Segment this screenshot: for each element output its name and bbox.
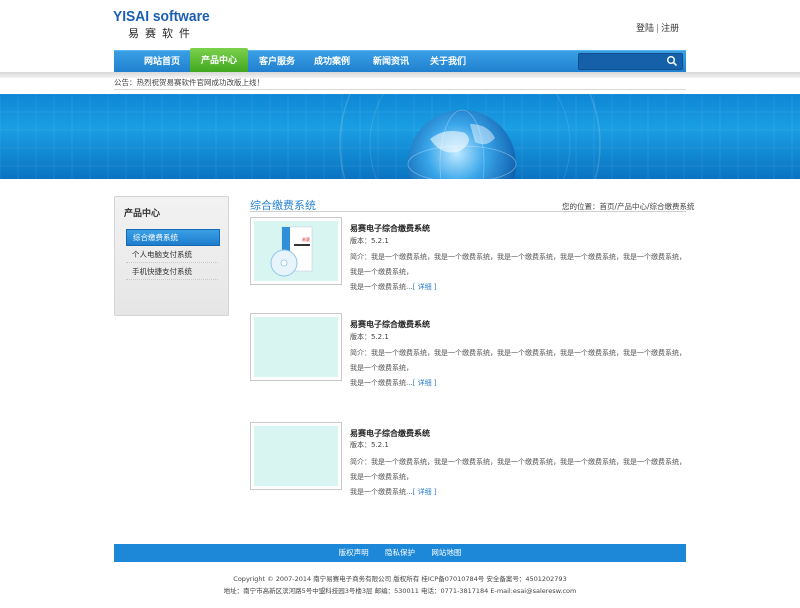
product-image-placeholder [254, 426, 338, 486]
product-desc-text: 我是一个缴费系统... [350, 488, 413, 496]
product-title[interactable]: 易赛电子综合缴费系统 [350, 223, 430, 234]
product-detail-link[interactable]: [ 详细 ] [413, 283, 437, 291]
logo-subtitle: 易赛软件 [128, 27, 196, 40]
copyright-text: Copyright © 2007-2014 南宁易赛电子商务有限公司 版权所有 … [233, 575, 567, 583]
footer-nav: 版权声明 隐私保护 网站地图 [114, 544, 686, 562]
address-text: 地址：南宁市高新区滨河路5号中盟科技园3号楼3层 邮编：530011 电话：07… [223, 587, 577, 595]
footer-link-privacy[interactable]: 隐私保护 [385, 548, 415, 557]
product-image[interactable] [250, 313, 342, 381]
product-desc-text: 我是一个缴费系统... [350, 379, 413, 387]
product-description: 简介：我是一个缴费系统，我是一个缴费系统，我是一个缴费系统，我是一个缴费系统，我… [350, 346, 686, 391]
product-detail-link[interactable]: [ 详细 ] [413, 379, 437, 387]
product-desc-text: 我是一个缴费系统... [350, 283, 413, 291]
sidebar: 产品中心 综合缴费系统 个人电脑支付系统 手机快捷支付系统 [114, 196, 229, 316]
product-version: 版本：5.2.1 [350, 441, 389, 449]
product-desc-text: 简介：我是一个缴费系统，我是一个缴费系统，我是一个缴费系统，我是一个缴费系统，我… [350, 458, 686, 481]
search-icon[interactable] [666, 55, 678, 67]
divider [250, 211, 686, 212]
product-desc-text: 简介：我是一个缴费系统，我是一个缴费系统，我是一个缴费系统，我是一个缴费系统，我… [350, 349, 686, 372]
notice-text: 公告：热烈祝贺易赛软件官网成功改版上线！ [114, 78, 264, 87]
sidebar-item-pc-payment[interactable]: 个人电脑支付系统 [126, 247, 218, 263]
product-image[interactable]: 易赛 [250, 217, 342, 285]
product-version: 版本：5.2.1 [350, 333, 389, 341]
sidebar-item-comprehensive-payment[interactable]: 综合缴费系统 [126, 229, 220, 246]
nav-item-about[interactable]: 关于我们 [420, 51, 476, 73]
divider [114, 89, 686, 90]
product-description: 简介：我是一个缴费系统，我是一个缴费系统，我是一个缴费系统，我是一个缴费系统，我… [350, 250, 686, 295]
banner-globe-graphic [0, 94, 800, 179]
product-image-placeholder [254, 317, 338, 377]
product-version: 版本：5.2.1 [350, 237, 389, 245]
product-title[interactable]: 易赛电子综合缴费系统 [350, 428, 430, 439]
register-link[interactable]: 注册 [661, 24, 679, 34]
nav-item-service[interactable]: 客户服务 [249, 51, 305, 73]
product-box-art: 易赛 [254, 221, 338, 281]
login-link[interactable]: 登陆 [636, 24, 654, 34]
nav-item-products[interactable]: 产品中心 [190, 48, 248, 73]
banner [0, 94, 800, 179]
product-title[interactable]: 易赛电子综合缴费系统 [350, 319, 430, 330]
search-input[interactable] [578, 53, 683, 70]
nav-item-news[interactable]: 新闻资讯 [363, 51, 419, 73]
product-description: 简介：我是一个缴费系统，我是一个缴费系统，我是一个缴费系统，我是一个缴费系统，我… [350, 455, 686, 500]
nav-item-cases[interactable]: 成功案例 [304, 51, 360, 73]
sidebar-item-mobile-payment[interactable]: 手机快捷支付系统 [126, 264, 218, 280]
product-detail-link[interactable]: [ 详细 ] [413, 488, 437, 496]
nav-item-home[interactable]: 网站首页 [134, 51, 190, 73]
account-links: 登陆 | 注册 [636, 24, 680, 34]
footer-link-sitemap[interactable]: 网站地图 [431, 548, 461, 557]
svg-text:易赛: 易赛 [302, 236, 310, 242]
sidebar-title: 产品中心 [124, 209, 161, 219]
product-desc-text: 简介：我是一个缴费系统，我是一个缴费系统，我是一个缴费系统，我是一个缴费系统，我… [350, 253, 686, 276]
product-image[interactable] [250, 422, 342, 490]
footer-link-copyright[interactable]: 版权声明 [339, 548, 369, 557]
logo-text: YISAI software [113, 8, 210, 25]
